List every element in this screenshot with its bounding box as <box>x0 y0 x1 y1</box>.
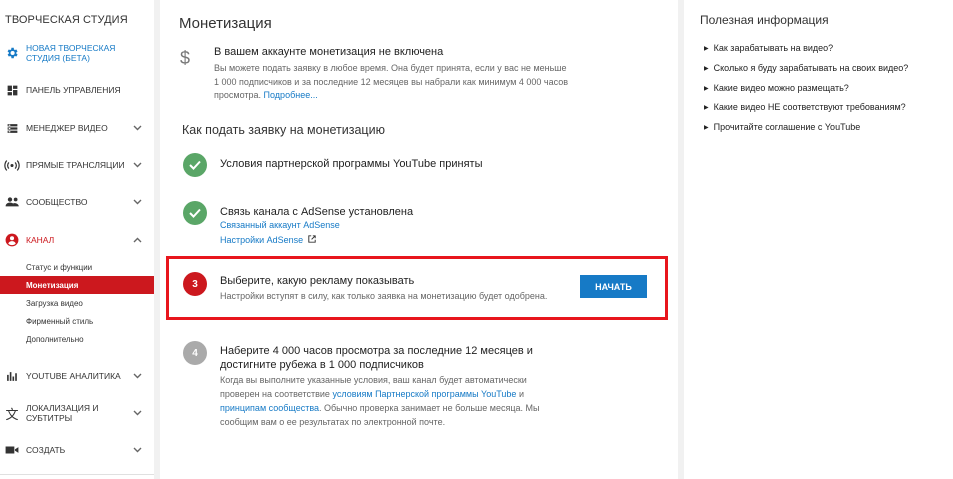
sidebar-item-video-manager[interactable]: МЕНЕДЖЕР ВИДЕО <box>0 118 154 138</box>
sidebar-item-analytics[interactable]: YOUTUBE АНАЛИТИКА <box>0 366 154 386</box>
sidebar-item-label: НОВАЯ ТВОРЧЕСКАЯ СТУДИЯ (БЕТА) <box>26 43 116 63</box>
chevron-down-icon[interactable] <box>132 371 142 381</box>
video-manager-icon <box>4 120 20 136</box>
sidebar-item-community[interactable]: СООБЩЕСТВО <box>0 192 154 212</box>
external-link-icon <box>306 235 316 245</box>
step-3-text: Настройки вступят в силу, как только зая… <box>220 291 548 301</box>
partner-program-terms-link[interactable]: условиям Партнерской программы YouTube <box>332 389 516 399</box>
info-link[interactable]: Как зарабатывать на видео? <box>704 43 834 53</box>
more-link[interactable]: Подробнее... <box>264 90 318 100</box>
analytics-icon <box>4 368 20 384</box>
sidebar: ТВОРЧЕСКАЯ СТУДИЯ НОВАЯ ТВОРЧЕСКАЯ СТУДИ… <box>0 0 154 479</box>
dashboard-icon <box>4 82 20 98</box>
sidebar-item-new-studio[interactable]: НОВАЯ ТВОРЧЕСКАЯ СТУДИЯ (БЕТА) <box>0 42 154 64</box>
broadcast-icon <box>4 157 20 173</box>
sidebar-item-label: ПАНЕЛЬ УПРАВЛЕНИЯ <box>26 85 121 95</box>
sidebar-item-label: КАНАЛ <box>26 235 55 245</box>
camera-icon <box>4 442 20 458</box>
sidebar-item-channel[interactable]: КАНАЛ <box>0 230 154 250</box>
notice-heading: В вашем аккаунте монетизация не включена <box>214 46 444 58</box>
community-guidelines-link[interactable]: принципам сообщества <box>220 403 319 413</box>
sidebar-subitem-upload[interactable]: Загрузка видео <box>0 294 154 312</box>
step-3-title: Выберите, какую рекламу показывать <box>220 275 415 287</box>
info-title: Полезная информация <box>700 13 829 27</box>
chevron-down-icon[interactable] <box>132 197 142 207</box>
sidebar-subitem-advanced[interactable]: Дополнительно <box>0 330 154 348</box>
step-number-badge: 4 <box>183 341 207 365</box>
sidebar-divider <box>0 474 154 475</box>
info-link[interactable]: Какие видео НЕ соответствуют требованиям… <box>704 102 906 112</box>
sidebar-item-label: ЛОКАЛИЗАЦИЯ И СУБТИТРЫ <box>26 403 99 423</box>
step-2-title: Связь канала с AdSense установлена <box>220 206 414 218</box>
info-link[interactable]: Какие видео можно размещать? <box>704 83 849 93</box>
main-panel: Монетизация $ В вашем аккаунте монетизац… <box>160 0 678 479</box>
step-4-text: Когда вы выполните указанные условия, ва… <box>220 375 540 427</box>
sidebar-item-live[interactable]: ПРЯМЫЕ ТРАНСЛЯЦИИ <box>0 155 154 175</box>
sidebar-item-label: ПРЯМЫЕ ТРАНСЛЯЦИИ <box>26 160 125 170</box>
chevron-down-icon[interactable] <box>132 123 142 133</box>
community-icon <box>4 194 20 210</box>
sidebar-subitem-branding[interactable]: Фирменный стиль <box>0 312 154 330</box>
step-4-title: Наберите 4 000 часов просмотра за послед… <box>220 345 533 371</box>
page-title: Монетизация <box>179 15 272 32</box>
start-button[interactable]: НАЧАТЬ <box>580 275 647 298</box>
sidebar-item-label: СООБЩЕСТВО <box>26 197 88 207</box>
linked-adsense-link[interactable]: Связанный аккаунт AdSense <box>220 220 340 230</box>
step-1-title: Условия партнерской программы YouTube пр… <box>220 158 483 170</box>
chevron-down-icon[interactable] <box>132 445 142 455</box>
step-number-badge: 3 <box>183 272 207 296</box>
sidebar-item-localization[interactable]: 文 ЛОКАЛИЗАЦИЯ И СУБТИТРЫ <box>0 402 154 424</box>
channel-icon <box>4 232 20 248</box>
check-icon <box>183 153 207 177</box>
info-panel: Полезная информация Как зарабатывать на … <box>684 0 953 479</box>
notice-body: Вы можете подать заявку в любое время. О… <box>214 63 569 100</box>
sidebar-subitem-status[interactable]: Статус и функции <box>0 258 154 276</box>
check-icon <box>183 201 207 225</box>
sidebar-item-dashboard[interactable]: ПАНЕЛЬ УПРАВЛЕНИЯ <box>0 80 154 100</box>
sidebar-item-label: МЕНЕДЖЕР ВИДЕО <box>26 123 108 133</box>
chevron-up-icon[interactable] <box>132 235 142 245</box>
translate-icon: 文 <box>5 406 19 422</box>
sidebar-title: ТВОРЧЕСКАЯ СТУДИЯ <box>5 14 128 26</box>
chevron-down-icon[interactable] <box>132 160 142 170</box>
sidebar-item-label: YOUTUBE АНАЛИТИКА <box>26 371 121 381</box>
info-link[interactable]: Сколько я буду зарабатывать на своих вид… <box>704 63 909 73</box>
gear-icon <box>4 45 20 61</box>
info-link[interactable]: Прочитайте соглашение с YouTube <box>704 122 861 132</box>
chevron-down-icon[interactable] <box>132 408 142 418</box>
dollar-icon: $ <box>180 48 191 68</box>
how-to-apply-title: Как подать заявку на монетизацию <box>182 123 385 137</box>
sidebar-item-label: СОЗДАТЬ <box>26 445 66 455</box>
adsense-settings-link[interactable]: Настройки AdSense <box>220 235 316 245</box>
sidebar-subitem-monetization[interactable]: Монетизация <box>0 276 154 294</box>
sidebar-item-create[interactable]: СОЗДАТЬ <box>0 440 154 460</box>
